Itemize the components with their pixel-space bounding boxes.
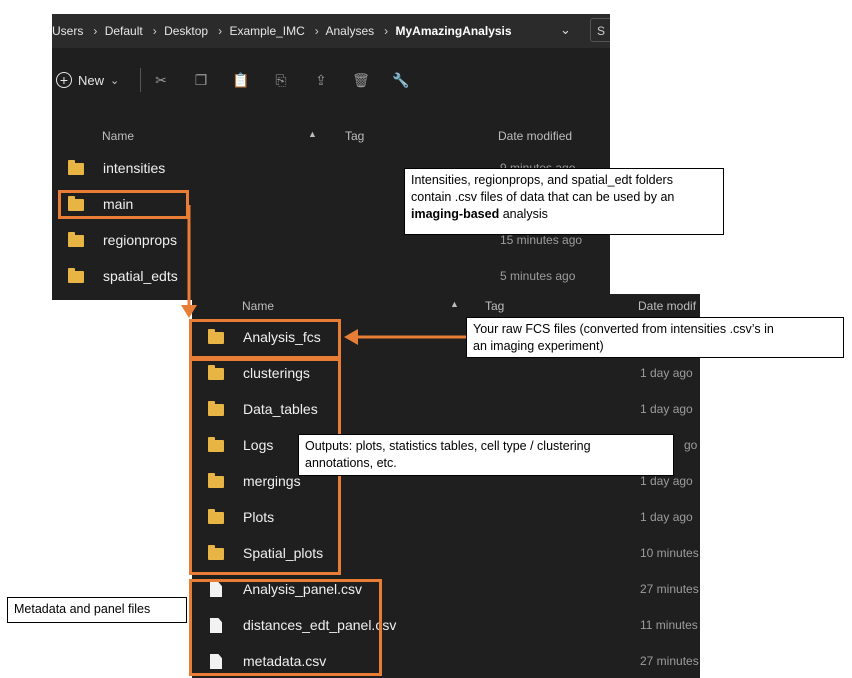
raw-fcs-callout: Your raw FCS files (converted from inten… bbox=[466, 317, 844, 358]
callout-text: Intensities, regionprops, and spatial_ed… bbox=[411, 173, 673, 187]
outputs-callout: Outputs: plots, statistics tables, cell … bbox=[298, 434, 674, 476]
callout-text: contain .csv files of data that can be u… bbox=[411, 190, 675, 204]
arrowhead-icon bbox=[344, 329, 358, 345]
callout-text: Outputs: plots, statistics tables, cell … bbox=[305, 439, 591, 453]
callout-bold-text: imaging-based bbox=[411, 207, 500, 221]
callout-text: Your raw FCS files (converted from inten… bbox=[473, 322, 774, 336]
metadata-callout: Metadata and panel files bbox=[7, 597, 187, 623]
callout-text: an imaging experiment) bbox=[473, 339, 604, 353]
arrowhead-icon bbox=[181, 305, 197, 318]
callout-text: annotations, etc. bbox=[305, 456, 397, 470]
callout-text: Metadata and panel files bbox=[14, 602, 151, 616]
callout-text: analysis bbox=[499, 207, 548, 221]
callout-text: imaging-based analysis bbox=[411, 206, 717, 223]
imaging-callout: Intensities, regionprops, and spatial_ed… bbox=[404, 168, 724, 235]
